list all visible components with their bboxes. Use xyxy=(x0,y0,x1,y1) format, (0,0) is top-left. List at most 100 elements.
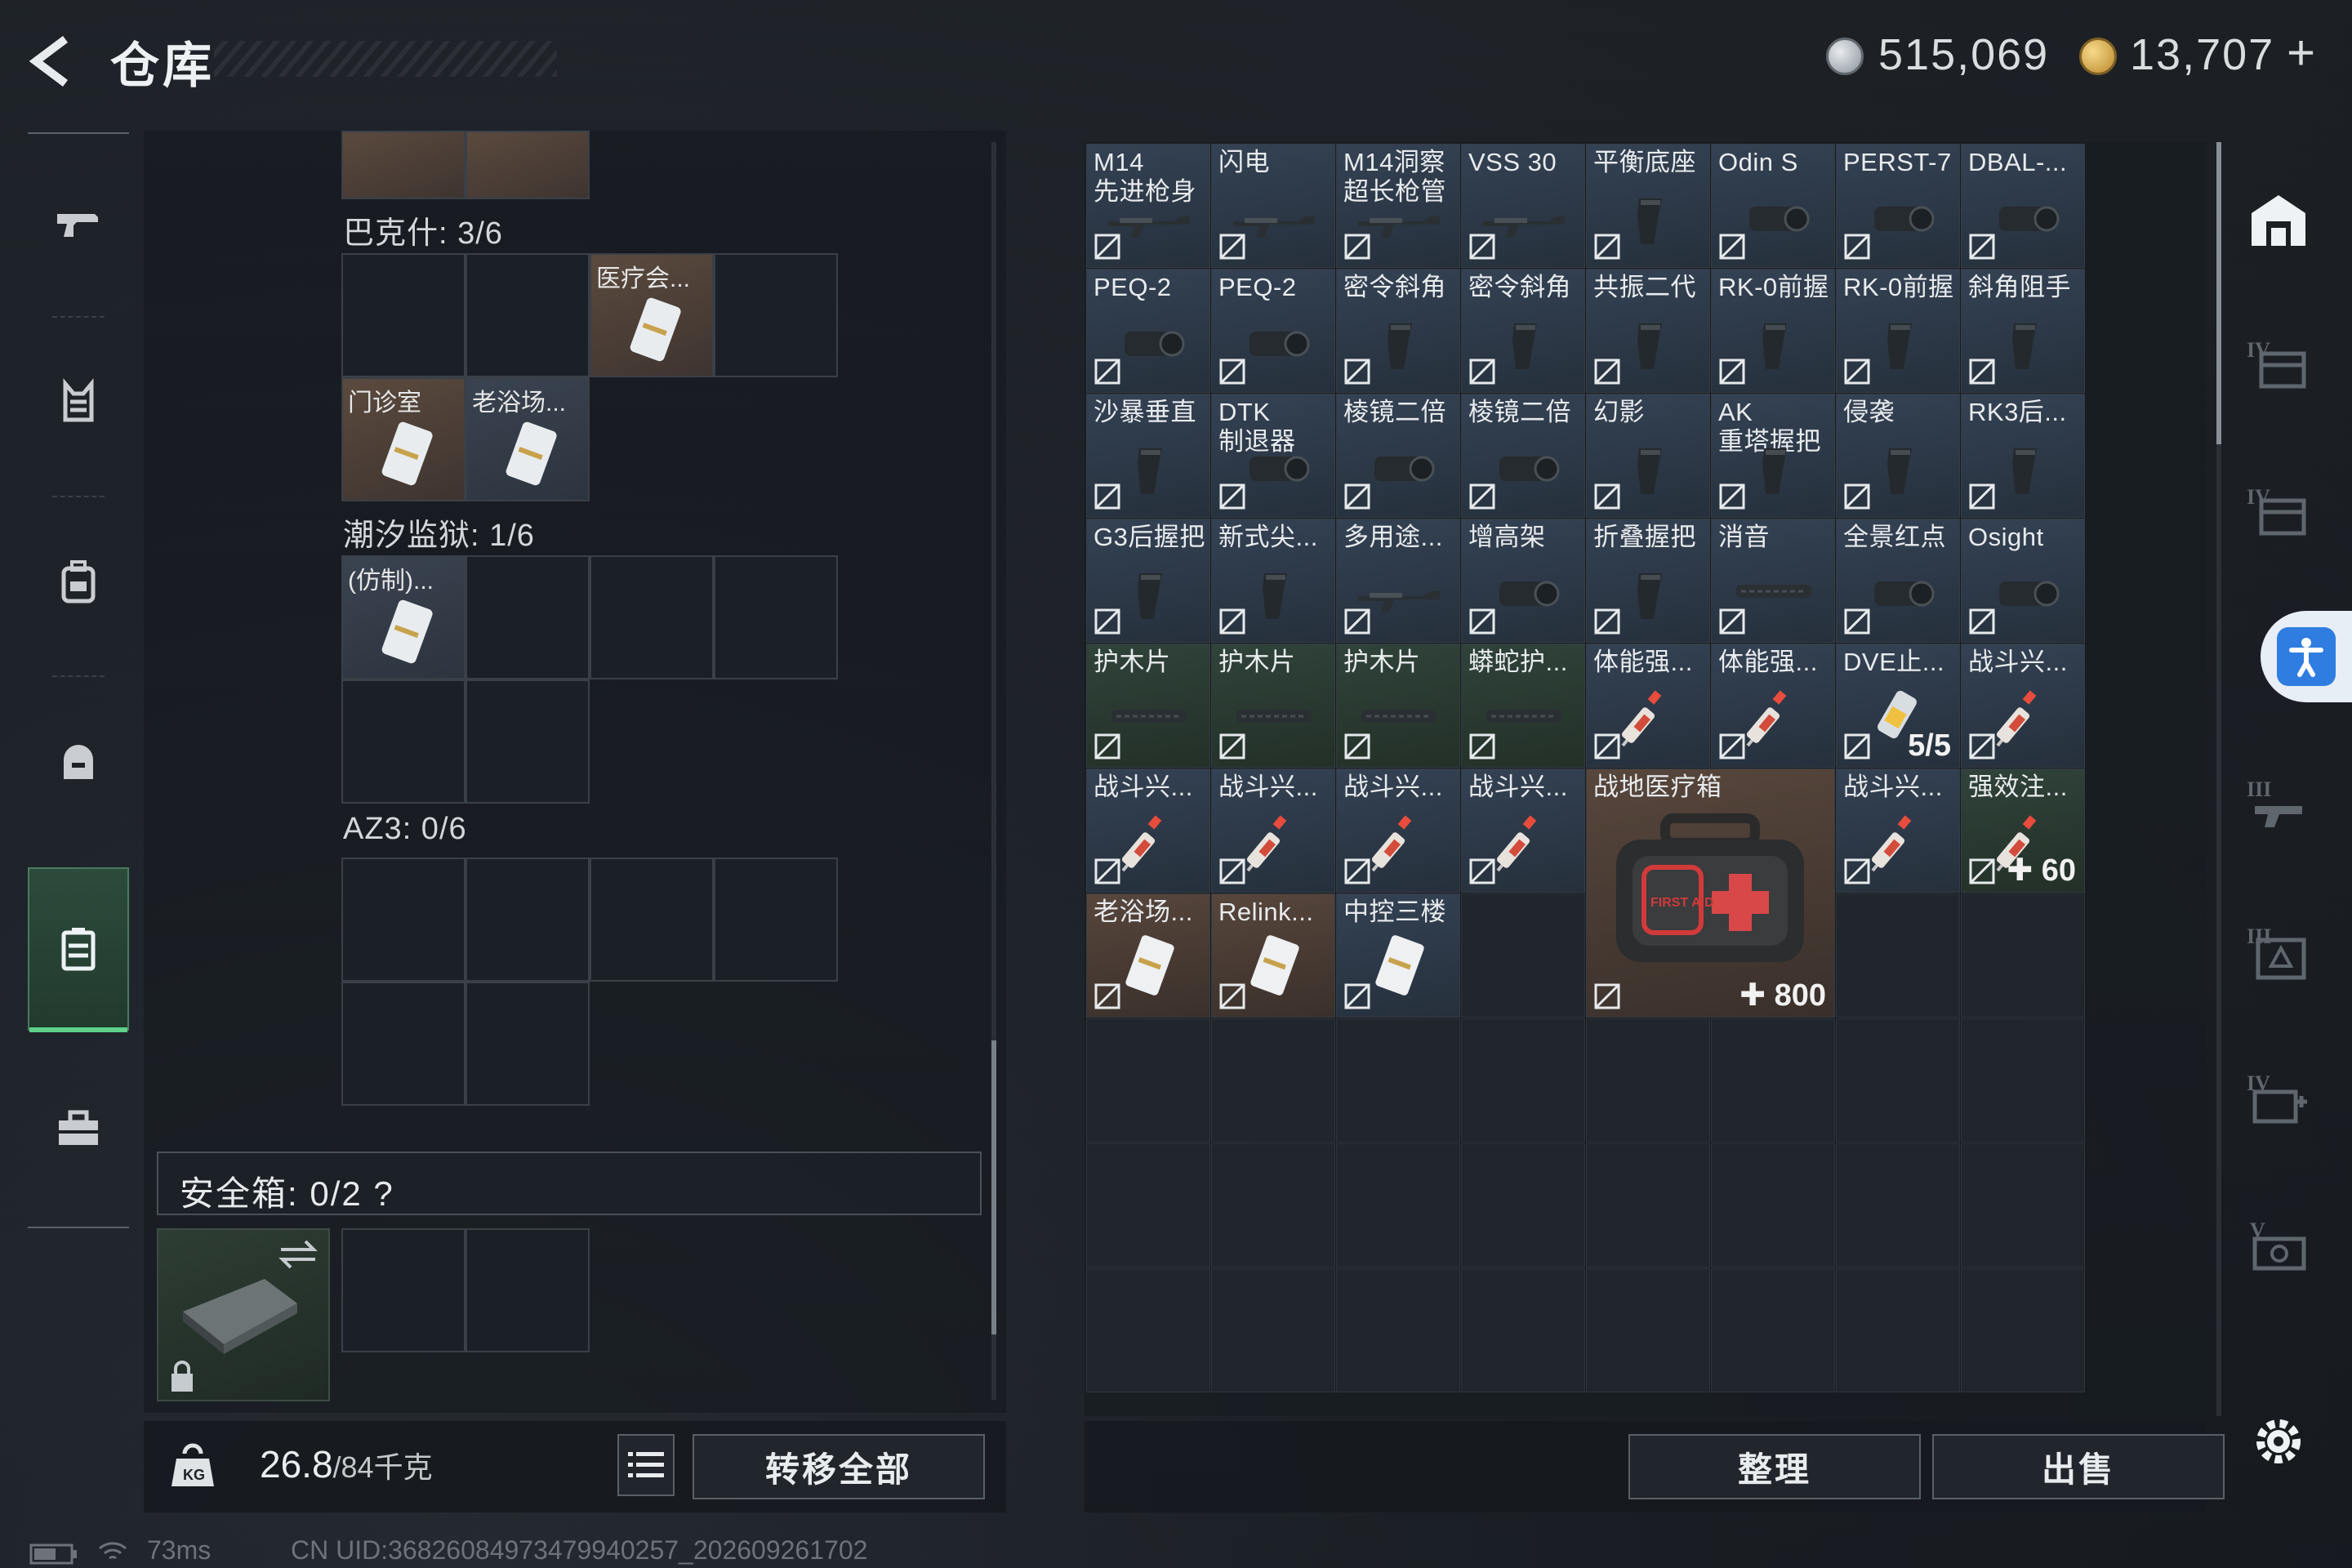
sell-button[interactable]: 出售 xyxy=(1932,1434,2225,1499)
inventory-item[interactable]: 战斗兴... xyxy=(1086,768,1210,893)
inventory-item[interactable]: 密令斜角 xyxy=(1336,269,1460,393)
scroll-thumb[interactable] xyxy=(2216,142,2221,444)
sort-button[interactable]: 整理 xyxy=(1628,1434,1921,1499)
inventory-slot-empty[interactable] xyxy=(1086,1143,1210,1267)
right-scrollbar[interactable] xyxy=(2216,142,2221,1416)
inventory-item[interactable]: VSS 30 xyxy=(1461,144,1585,268)
inventory-item[interactable]: 沙暴垂直 xyxy=(1086,394,1210,518)
inventory-slot-empty[interactable] xyxy=(1461,1268,1585,1392)
inventory-slot-empty[interactable] xyxy=(1836,1268,1960,1392)
inventory-item[interactable]: DBAL-... xyxy=(1961,144,2085,268)
keycard-slot-empty[interactable] xyxy=(466,253,590,377)
swap-icon[interactable] xyxy=(278,1238,318,1271)
inventory-item[interactable]: 增高架 xyxy=(1461,519,1585,643)
keycard-slot-empty[interactable] xyxy=(341,858,466,982)
inventory-item[interactable]: RK3后... xyxy=(1961,394,2085,518)
inventory-item[interactable]: PEQ-2 xyxy=(1211,269,1335,393)
inventory-item[interactable]: RK-0前握 xyxy=(1836,269,1960,393)
keycard-slot[interactable]: 老浴场... xyxy=(466,377,590,501)
keycard-slot-empty[interactable] xyxy=(466,679,590,804)
inventory-item[interactable]: 闪电 xyxy=(1211,144,1335,268)
add-currency-button[interactable]: + xyxy=(2287,24,2317,81)
inventory-slot-empty[interactable] xyxy=(1836,1018,1960,1143)
inventory-slot-empty[interactable] xyxy=(1711,1268,1835,1392)
inventory-item[interactable]: 体能强... xyxy=(1586,644,1710,768)
inventory-item-medkit[interactable]: 战地医疗箱 FIRST AID ✚ 800 xyxy=(1586,768,1835,1018)
keycard-slot[interactable] xyxy=(466,131,590,199)
inventory-item[interactable]: 护木片 xyxy=(1211,644,1335,768)
inventory-slot-empty[interactable] xyxy=(1961,1018,2085,1143)
inventory-item[interactable]: M14洞察 超长枪管 xyxy=(1336,144,1460,268)
keycard-slot[interactable]: 门诊室 xyxy=(341,377,466,501)
inventory-item[interactable]: Relink... xyxy=(1211,893,1335,1018)
keycard-slot[interactable]: (仿制)... xyxy=(341,555,466,679)
transfer-all-button[interactable]: 转移全部 xyxy=(693,1434,985,1499)
inventory-item[interactable]: G3后握把 xyxy=(1086,519,1210,643)
warehouse-tab-3b[interactable]: III xyxy=(2238,895,2319,1009)
keycard-slot-empty[interactable] xyxy=(341,982,466,1106)
settings-button[interactable] xyxy=(2238,1388,2319,1494)
inventory-slot-empty[interactable] xyxy=(1586,1143,1710,1267)
inventory-slot-empty[interactable] xyxy=(1836,893,1960,1018)
inventory-item[interactable]: 密令斜角 xyxy=(1461,269,1585,393)
inventory-slot-empty[interactable] xyxy=(1336,1268,1460,1392)
scroll-thumb[interactable] xyxy=(991,1040,996,1334)
inventory-item[interactable]: 斜角阻手 xyxy=(1961,269,2085,393)
inventory-slot-empty[interactable] xyxy=(1586,1018,1710,1143)
inventory-item[interactable]: 幻影 xyxy=(1586,394,1710,518)
list-view-button[interactable] xyxy=(617,1434,675,1496)
inventory-slot-empty[interactable] xyxy=(1211,1018,1335,1143)
inventory-slot-empty[interactable] xyxy=(1211,1268,1335,1392)
inventory-slot-empty[interactable] xyxy=(1586,1268,1710,1392)
safebox-slot-empty[interactable] xyxy=(466,1228,590,1352)
inventory-item[interactable]: 平衡底座 xyxy=(1586,144,1710,268)
keycard-slot-empty[interactable] xyxy=(714,858,838,982)
safebox-item[interactable] xyxy=(157,1228,330,1401)
inventory-item[interactable]: 护木片 xyxy=(1086,644,1210,768)
warehouse-tab-4a[interactable]: IV xyxy=(2238,307,2319,421)
left-scrollbar[interactable] xyxy=(991,142,996,1400)
keycard-slot-empty[interactable] xyxy=(714,253,838,377)
inventory-item[interactable]: RK-0前握 xyxy=(1711,269,1835,393)
keycard-slot-empty[interactable] xyxy=(466,555,590,679)
nav-armor[interactable] xyxy=(28,328,129,475)
inventory-slot-empty[interactable] xyxy=(1336,1143,1460,1267)
inventory-item[interactable]: 蟒蛇护... xyxy=(1461,644,1585,768)
inventory-item[interactable]: 战斗兴... xyxy=(1336,768,1460,893)
keycard-slot-empty[interactable] xyxy=(341,679,466,804)
keycard-slot-empty[interactable] xyxy=(466,982,590,1106)
warehouse-tab-3[interactable]: III xyxy=(2238,748,2319,862)
inventory-slot-empty[interactable] xyxy=(1211,1143,1335,1267)
inventory-slot-empty[interactable] xyxy=(1961,1143,2085,1267)
keycard-slot[interactable] xyxy=(341,131,466,199)
inventory-item[interactable]: 消音 xyxy=(1711,519,1835,643)
inventory-item[interactable]: PEQ-2 xyxy=(1086,269,1210,393)
inventory-slot-empty[interactable] xyxy=(1086,1268,1210,1392)
inventory-item[interactable]: DVE止... 5/5 xyxy=(1836,644,1960,768)
nav-chest-rig[interactable] xyxy=(28,688,129,835)
inventory-slot-empty[interactable] xyxy=(1711,1018,1835,1143)
nav-backpack[interactable] xyxy=(28,508,129,655)
help-button[interactable]: ? xyxy=(373,1174,394,1213)
inventory-item[interactable]: 折叠握把 xyxy=(1586,519,1710,643)
inventory-item[interactable]: 中控三楼 xyxy=(1336,893,1460,1018)
inventory-slot-empty[interactable] xyxy=(1961,1268,2085,1392)
inventory-slot-empty[interactable] xyxy=(1711,1143,1835,1267)
keycard-slot[interactable]: 医疗会... xyxy=(590,253,714,377)
inventory-item[interactable]: 多用途... xyxy=(1336,519,1460,643)
inventory-item[interactable]: AK 重塔握把 xyxy=(1711,394,1835,518)
inventory-item[interactable]: 老浴场... xyxy=(1086,893,1210,1018)
inventory-item[interactable]: Osight xyxy=(1961,519,2085,643)
inventory-item[interactable]: 侵袭 xyxy=(1836,394,1960,518)
warehouse-tab-4c[interactable]: IV xyxy=(2238,1042,2319,1156)
inventory-item[interactable]: 战斗兴... xyxy=(1836,768,1960,893)
accessibility-button[interactable] xyxy=(2261,611,2352,702)
inventory-item[interactable]: 战斗兴... xyxy=(1211,768,1335,893)
back-button[interactable] xyxy=(24,33,82,90)
inventory-item[interactable]: PERST-7 xyxy=(1836,144,1960,268)
inventory-item[interactable]: M14 先进枪身 xyxy=(1086,144,1210,268)
inventory-item[interactable]: 护木片 xyxy=(1336,644,1460,768)
warehouse-tab-5[interactable]: V xyxy=(2238,1189,2319,1303)
nav-toolbox[interactable] xyxy=(28,1055,129,1202)
keycard-slot-empty[interactable] xyxy=(466,858,590,982)
